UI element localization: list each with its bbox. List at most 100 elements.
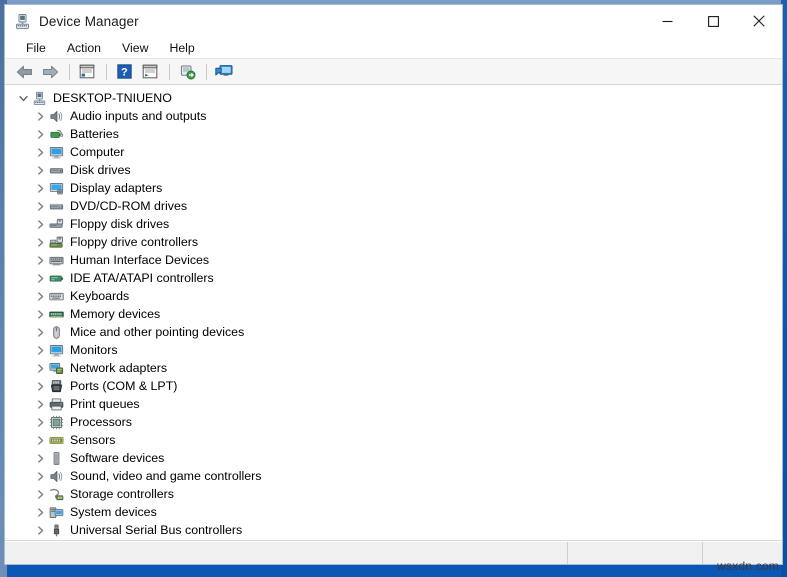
title-bar[interactable]: Device Manager: [5, 5, 782, 37]
chevron-right-icon[interactable]: [32, 507, 48, 517]
toolbar: ?: [5, 59, 782, 85]
scan-hardware-changes-button[interactable]: [175, 61, 199, 83]
tree-item-keyboards[interactable]: Keyboards: [5, 287, 782, 305]
device-tree-panel[interactable]: DESKTOP-TNIUENO Audio inputs and outputs…: [5, 85, 782, 541]
tree-item-dvd-cd-rom-drives[interactable]: DVD/CD-ROM drives: [5, 197, 782, 215]
maximize-icon: [707, 15, 719, 27]
watermark: wsxdn.com: [717, 559, 779, 573]
chevron-right-icon[interactable]: [32, 327, 48, 337]
tree-item-storage-controllers[interactable]: Storage controllers: [5, 485, 782, 503]
back-arrow-icon: [16, 65, 32, 78]
chevron-right-icon[interactable]: [32, 255, 48, 265]
tree-item-root[interactable]: DESKTOP-TNIUENO: [5, 89, 782, 107]
tree-item-label: DVD/CD-ROM drives: [70, 199, 188, 213]
tree-item-sensors[interactable]: Sensors: [5, 431, 782, 449]
chevron-right-icon[interactable]: [32, 471, 48, 481]
chevron-right-icon[interactable]: [32, 237, 48, 247]
maximize-button[interactable]: [690, 5, 736, 37]
minimize-button[interactable]: [644, 5, 690, 37]
device-manager-icon: [13, 12, 31, 30]
chevron-right-icon[interactable]: [32, 453, 48, 463]
chevron-right-icon[interactable]: [32, 399, 48, 409]
back-button[interactable]: [12, 61, 36, 83]
close-button[interactable]: [736, 5, 782, 37]
tree-item-network-adapters[interactable]: Network adapters: [5, 359, 782, 377]
update-driver-button[interactable]: [212, 61, 236, 83]
tree-item-label: Disk drives: [70, 163, 131, 177]
toolbar-separator: [69, 63, 70, 80]
tree-item-mice-and-other-pointing-devices[interactable]: Mice and other pointing devices: [5, 323, 782, 341]
help-button[interactable]: ?: [112, 61, 136, 83]
device-tree: DESKTOP-TNIUENO Audio inputs and outputs…: [5, 85, 782, 539]
close-icon: [753, 15, 765, 27]
chevron-right-icon[interactable]: [32, 129, 48, 139]
usb-icon: [48, 522, 64, 538]
chevron-right-icon[interactable]: [32, 183, 48, 193]
chevron-right-icon[interactable]: [32, 309, 48, 319]
tree-item-label: System devices: [70, 505, 157, 519]
tree-item-processors[interactable]: Processors: [5, 413, 782, 431]
chevron-right-icon[interactable]: [32, 201, 48, 211]
chevron-right-icon[interactable]: [32, 147, 48, 157]
tree-item-audio-inputs-and-outputs[interactable]: Audio inputs and outputs: [5, 107, 782, 125]
menu-view[interactable]: View: [113, 39, 157, 57]
tree-item-ide-ata-atapi-controllers[interactable]: IDE ATA/ATAPI controllers: [5, 269, 782, 287]
chevron-right-icon[interactable]: [32, 273, 48, 283]
chevron-right-icon[interactable]: [32, 345, 48, 355]
tree-item-software-devices[interactable]: Software devices: [5, 449, 782, 467]
tree-item-monitors[interactable]: Monitors: [5, 341, 782, 359]
chevron-right-icon[interactable]: [32, 417, 48, 427]
tree-item-print-queues[interactable]: Print queues: [5, 395, 782, 413]
speaker-icon: [48, 108, 64, 124]
chevron-right-icon[interactable]: [32, 219, 48, 229]
tree-item-label: Display adapters: [70, 181, 163, 195]
mouse-icon: [48, 324, 64, 340]
tree-item-universal-serial-bus-controllers[interactable]: Universal Serial Bus controllers: [5, 521, 782, 539]
tree-item-label: Sensors: [70, 433, 116, 447]
toolbar-separator: [206, 63, 207, 80]
tree-item-label: Audio inputs and outputs: [70, 109, 207, 123]
tree-item-human-interface-devices[interactable]: Human Interface Devices: [5, 251, 782, 269]
system-device-icon: [48, 504, 64, 520]
chevron-right-icon[interactable]: [32, 363, 48, 373]
floppy-disk-icon: [48, 216, 64, 232]
tree-item-sound-video-and-game-controllers[interactable]: Sound, video and game controllers: [5, 467, 782, 485]
status-bar: [5, 541, 782, 564]
tree-item-floppy-disk-drives[interactable]: Floppy disk drives: [5, 215, 782, 233]
chevron-right-icon[interactable]: [32, 381, 48, 391]
speaker-icon: [48, 468, 64, 484]
chevron-right-icon[interactable]: [32, 111, 48, 121]
menu-action[interactable]: Action: [58, 39, 110, 57]
properties-button[interactable]: [75, 61, 99, 83]
computer-root-icon: [31, 90, 47, 106]
tree-item-display-adapters[interactable]: Display adapters: [5, 179, 782, 197]
status-segment-main: [5, 542, 568, 564]
chevron-right-icon[interactable]: [32, 165, 48, 175]
toolbar-separator: [106, 63, 107, 80]
monitor-icon: [48, 342, 64, 358]
show-hide-console-tree-button[interactable]: [138, 61, 162, 83]
tree-item-label: Print queues: [70, 397, 140, 411]
chevron-down-icon[interactable]: [15, 94, 31, 103]
tree-item-memory-devices[interactable]: Memory devices: [5, 305, 782, 323]
tree-item-floppy-drive-controllers[interactable]: Floppy drive controllers: [5, 233, 782, 251]
console-tree-icon: [142, 64, 158, 79]
svg-text:?: ?: [121, 66, 128, 78]
tree-item-ports-com-lpt[interactable]: Ports (COM & LPT): [5, 377, 782, 395]
tree-item-label: Monitors: [70, 343, 118, 357]
chevron-right-icon[interactable]: [32, 489, 48, 499]
tree-item-label: Software devices: [70, 451, 165, 465]
chevron-right-icon[interactable]: [32, 291, 48, 301]
chevron-right-icon[interactable]: [32, 435, 48, 445]
menu-file[interactable]: File: [17, 39, 55, 57]
network-adapter-icon: [48, 360, 64, 376]
tree-item-system-devices[interactable]: System devices: [5, 503, 782, 521]
menu-help[interactable]: Help: [160, 39, 203, 57]
forward-button[interactable]: [38, 61, 62, 83]
tree-item-disk-drives[interactable]: Disk drives: [5, 161, 782, 179]
tree-item-batteries[interactable]: Batteries: [5, 125, 782, 143]
monitor-icon: [48, 144, 64, 160]
tree-item-label: Keyboards: [70, 289, 130, 303]
tree-item-computer[interactable]: Computer: [5, 143, 782, 161]
chevron-right-icon[interactable]: [32, 525, 48, 535]
